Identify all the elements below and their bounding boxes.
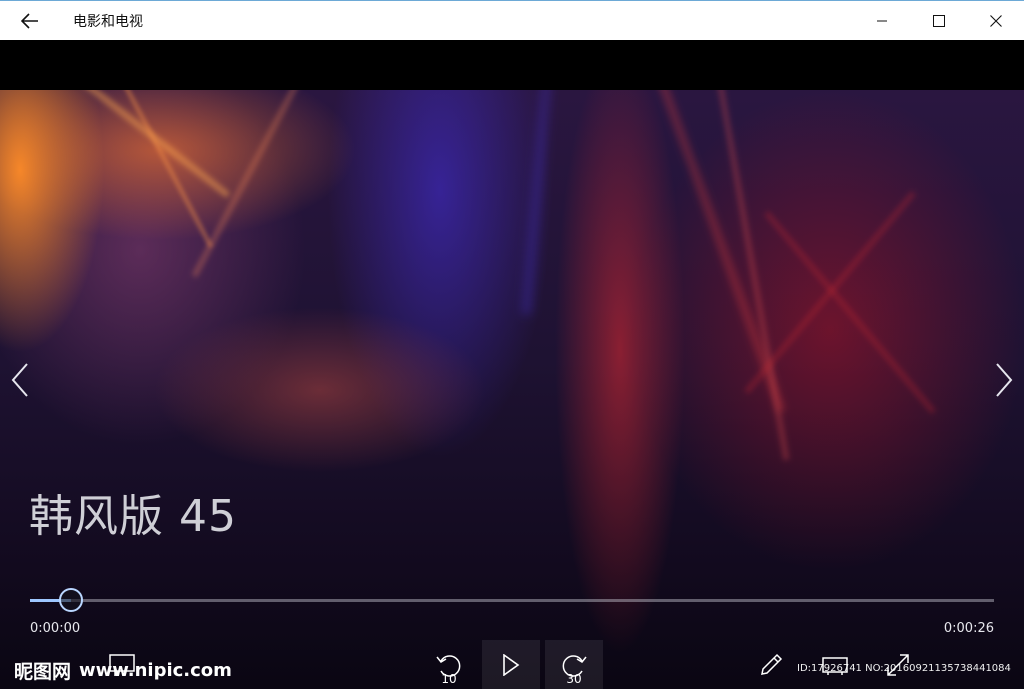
- chevron-left-icon: [11, 363, 28, 397]
- play-button[interactable]: [482, 640, 540, 689]
- next-button[interactable]: [984, 360, 1024, 400]
- cast-button[interactable]: [806, 640, 864, 689]
- letterbox-bar: [0, 40, 1024, 90]
- edit-button[interactable]: [742, 640, 800, 689]
- play-icon: [503, 653, 520, 676]
- subtitles-icon: [109, 653, 135, 676]
- title-bar: 电影和电视: [0, 0, 1024, 40]
- cast-icon: [822, 656, 848, 675]
- back-arrow-icon: [21, 12, 38, 29]
- seek-thumb[interactable]: [59, 588, 83, 612]
- playback-controls: 10 30: [0, 640, 1024, 689]
- expand-icon: [887, 653, 909, 676]
- maximize-button[interactable]: [910, 1, 967, 41]
- skip-back-seconds: 10: [441, 672, 457, 686]
- light-streak: [521, 90, 559, 315]
- video-frame[interactable]: 韩风版 45 0:00:00 0:00:26 昵图网 www.nipic.com…: [0, 90, 1024, 689]
- skip-forward-button[interactable]: 30: [545, 640, 603, 689]
- chevron-right-icon: [996, 363, 1013, 397]
- window-controls: [853, 1, 1024, 41]
- seek-track[interactable]: [30, 599, 994, 602]
- light-streak: [0, 90, 231, 198]
- video-title: 韩风版 45: [29, 491, 237, 542]
- minimize-icon: [876, 20, 887, 22]
- current-time: 0:00:00: [30, 621, 81, 636]
- light-streak: [710, 90, 790, 461]
- pencil-icon: [761, 653, 783, 675]
- skip-forward-seconds: 30: [566, 672, 582, 686]
- light-streak: [744, 191, 916, 394]
- maximize-icon: [932, 15, 945, 27]
- seek-bar[interactable]: [30, 588, 994, 612]
- light-streak: [192, 90, 328, 278]
- light-streak: [764, 211, 936, 414]
- app-title: 电影和电视: [73, 13, 143, 30]
- minimize-button[interactable]: [853, 1, 910, 41]
- light-streak: [87, 90, 213, 248]
- subtitles-button[interactable]: [93, 640, 151, 689]
- light-streak: [634, 90, 786, 413]
- skip-back-button[interactable]: 10: [420, 640, 478, 689]
- close-button[interactable]: [967, 1, 1024, 41]
- previous-button[interactable]: [0, 360, 40, 400]
- total-time: 0:00:26: [943, 621, 994, 636]
- close-icon: [989, 15, 1002, 27]
- back-button[interactable]: [0, 1, 60, 41]
- fullscreen-button[interactable]: [869, 640, 927, 689]
